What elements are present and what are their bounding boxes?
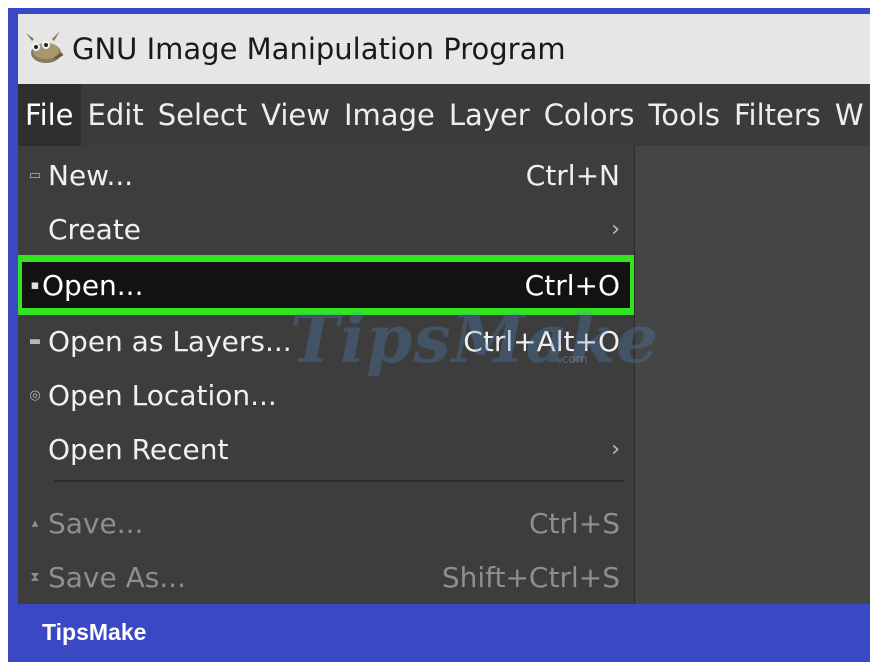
menu-item-open-as-layers[interactable]: ▬ Open as Layers... Ctrl+Alt+O — [18, 314, 634, 368]
menu-view[interactable]: View — [254, 84, 337, 146]
menu-item-shortcut: Shift+Ctrl+S — [441, 560, 620, 594]
menu-bar: File Edit Select View Image Layer Colors… — [18, 84, 870, 146]
chevron-right-icon: › — [611, 436, 620, 462]
save-icon: ▴ — [31, 515, 39, 531]
menu-item-open[interactable]: ▪ Open... Ctrl+O — [18, 255, 634, 315]
title-bar: GNU Image Manipulation Program — [18, 14, 870, 84]
gimp-wilber-icon — [26, 31, 64, 63]
window-title: GNU Image Manipulation Program — [72, 32, 566, 66]
menu-item-label: Open as Layers... — [48, 324, 292, 358]
menu-item-save-as[interactable]: ⧗ Save As... Shift+Ctrl+S — [18, 550, 634, 604]
menu-image[interactable]: Image — [337, 84, 442, 146]
menu-item-open-recent[interactable]: Open Recent › — [18, 422, 634, 476]
menu-item-save[interactable]: ▴ Save... Ctrl+S — [18, 496, 634, 550]
file-menu-dropdown: ▭ New... Ctrl+N Create › ▪ Open... Ctrl+… — [18, 146, 635, 604]
menu-item-open-location[interactable]: ◎ Open Location... — [18, 368, 634, 422]
menu-colors[interactable]: Colors — [537, 84, 642, 146]
menu-item-new[interactable]: ▭ New... Ctrl+N — [18, 148, 634, 202]
menu-item-label: Open... — [42, 268, 144, 302]
menu-file[interactable]: File — [18, 84, 81, 146]
menu-item-label: Open Location... — [48, 378, 277, 412]
menu-item-label: Save... — [48, 506, 144, 540]
menu-filters[interactable]: Filters — [727, 84, 828, 146]
menu-item-shortcut: Ctrl+Alt+O — [463, 324, 620, 358]
menu-item-shortcut: Ctrl+N — [525, 158, 620, 192]
menu-item-shortcut: Ctrl+O — [524, 268, 620, 302]
menu-item-label: Save As... — [48, 560, 187, 594]
location-icon: ◎ — [29, 387, 41, 403]
menu-item-label: Create — [48, 212, 142, 246]
menu-item-label: New... — [48, 158, 134, 192]
menu-layer[interactable]: Layer — [442, 84, 537, 146]
menu-item-shortcut: Ctrl+S — [528, 506, 620, 540]
chevron-right-icon: › — [611, 216, 620, 242]
menu-select[interactable]: Select — [151, 84, 254, 146]
save-as-icon: ⧗ — [30, 569, 40, 585]
open-layers-icon: ▬ — [28, 333, 42, 349]
menu-tools[interactable]: Tools — [642, 84, 727, 146]
footer-brand: TipsMake — [42, 619, 147, 645]
new-icon: ▭ — [28, 167, 42, 183]
menu-item-label: Open Recent — [48, 432, 229, 466]
menu-windows-partial[interactable]: W — [828, 84, 870, 146]
menu-edit[interactable]: Edit — [81, 84, 151, 146]
menu-separator — [54, 480, 624, 482]
menu-item-create[interactable]: Create › — [18, 202, 634, 256]
